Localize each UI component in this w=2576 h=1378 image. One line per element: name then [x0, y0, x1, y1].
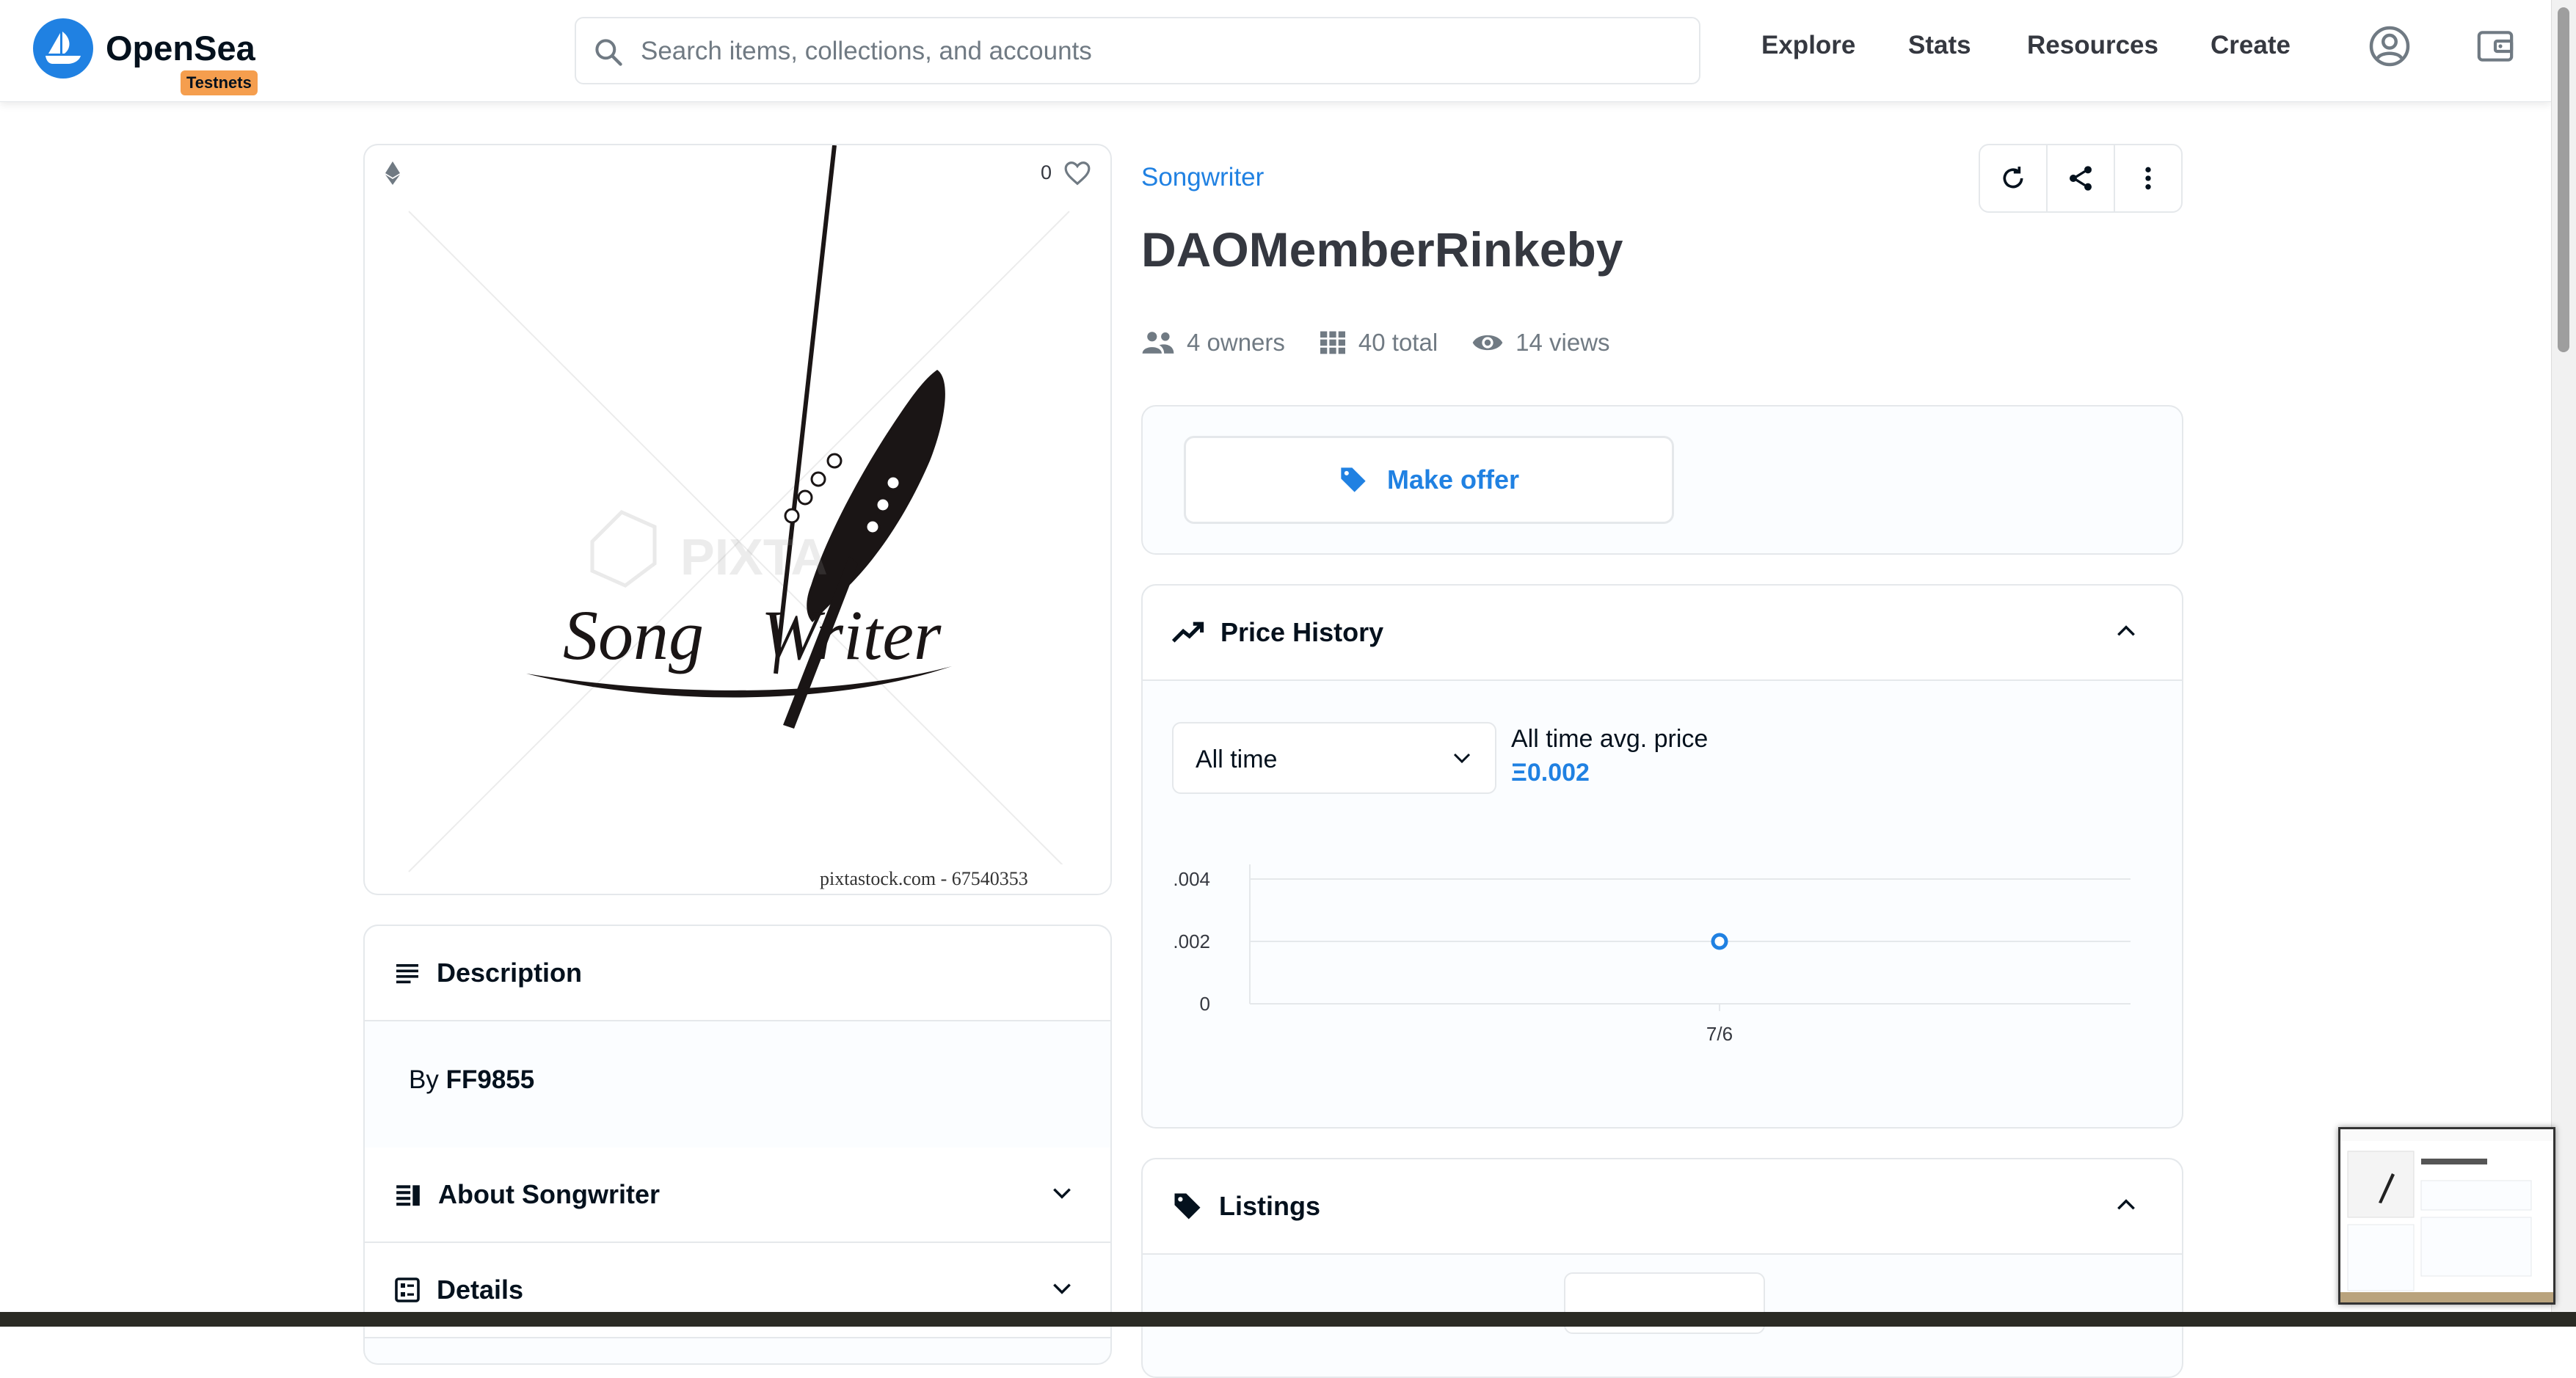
chart-y-tick-label: .002: [1173, 930, 1210, 952]
refresh-button[interactable]: [1980, 145, 2048, 211]
collection-link[interactable]: Songwriter: [1141, 163, 1264, 192]
list-detail-icon: [396, 1185, 420, 1206]
wallet-icon[interactable]: [2475, 24, 2516, 68]
chart-y-tick-label: .004: [1173, 868, 1210, 890]
trade-panel: Make offer: [1141, 405, 2183, 555]
refresh-icon: [2003, 167, 2023, 189]
share-button[interactable]: [2048, 145, 2115, 211]
details-title: Details: [437, 1275, 524, 1305]
nav-create[interactable]: Create: [2211, 31, 2291, 60]
more-options-button[interactable]: [2115, 145, 2181, 211]
testnets-badge: Testnets: [181, 70, 258, 95]
people-icon: [1142, 332, 1174, 354]
nav-stats[interactable]: Stats: [1908, 31, 1971, 60]
total-count: 40 total: [1358, 329, 1438, 356]
chart-x-tick-label: 7/6: [1706, 1023, 1733, 1045]
search-bar[interactable]: [575, 17, 1700, 84]
chevron-down-icon[interactable]: [1050, 1184, 1074, 1202]
price-history-panel: Price History All time All time avg. pri…: [1141, 584, 2183, 1129]
account-icon[interactable]: [2368, 24, 2412, 68]
by-prefix: By: [409, 1065, 439, 1094]
price-history-chart[interactable]: .004 .002 0 7/6: [1143, 850, 2182, 1062]
tag-icon: [1341, 467, 1366, 492]
asset-image-panel: 0 PIXTA Song Writer pixtastock.com - 675…: [363, 144, 1112, 895]
about-collection-header[interactable]: About Songwriter: [365, 1148, 1110, 1243]
top-navbar: OpenSea Testnets Explore Stats Resources…: [0, 0, 2551, 102]
description-title: Description: [437, 958, 583, 988]
share-icon: [2070, 166, 2092, 191]
item-stats: 4 owners 40 total 14 views: [1141, 329, 1644, 357]
nav-resources[interactable]: Resources: [2027, 31, 2158, 60]
asset-actions: [1979, 144, 2183, 213]
time-range-select[interactable]: All time: [1172, 722, 1496, 794]
image-caption: pixtastock.com - 67540353: [805, 864, 1110, 894]
avg-price-value: Ξ0.002: [1511, 759, 1590, 787]
views-stat: 14 views: [1471, 329, 1610, 357]
chevron-up-icon[interactable]: [2114, 1196, 2138, 1214]
chevron-down-icon[interactable]: [1050, 1280, 1074, 1297]
listings-header[interactable]: Listings: [1143, 1159, 2182, 1255]
listings-panel: Listings: [1141, 1158, 2183, 1378]
description-body: By FF9855: [365, 1021, 1110, 1146]
about-collection-title: About Songwriter: [438, 1179, 660, 1209]
svg-text:Writer: Writer: [761, 596, 942, 674]
item-title: DAOMemberRinkeby: [1141, 222, 1623, 277]
creator-line: By FF9855: [409, 1065, 534, 1095]
scrollbar-thumb[interactable]: [2558, 7, 2569, 352]
owners-stat[interactable]: 4 owners: [1141, 329, 1285, 357]
chevron-up-icon[interactable]: [2114, 622, 2138, 640]
make-offer-label: Make offer: [1386, 464, 1520, 495]
eye-icon: [1472, 335, 1503, 351]
time-range-value: All time: [1196, 745, 1278, 773]
grid-icon: [1320, 331, 1345, 354]
nav-explore[interactable]: Explore: [1761, 31, 1855, 60]
views-count: 14 views: [1516, 329, 1610, 356]
price-history-header[interactable]: Price History: [1143, 586, 2182, 681]
search-input[interactable]: [639, 32, 1670, 71]
opensea-logo-icon[interactable]: [33, 18, 93, 79]
price-history-title: Price History: [1220, 617, 1384, 647]
more-vertical-icon: [2145, 167, 2151, 190]
description-header[interactable]: Description: [365, 926, 1110, 1021]
chevron-down-icon: [1453, 753, 1471, 764]
screenshot-thumbnail[interactable]: [2338, 1127, 2555, 1305]
asset-artwork[interactable]: PIXTA Song Writer: [365, 145, 1110, 894]
listings-title: Listings: [1219, 1191, 1321, 1221]
chart-y-tick-label: 0: [1200, 993, 1210, 1015]
desktop-edge: [0, 1312, 2576, 1327]
search-icon: [595, 39, 622, 66]
details-icon: [395, 1277, 420, 1302]
text-lines-icon: [396, 964, 418, 984]
description-panel: Description By FF9855 About Songwriter D…: [363, 925, 1112, 1365]
trending-icon: [1172, 621, 1204, 643]
total-stat: 40 total: [1319, 329, 1438, 357]
logo-text[interactable]: OpenSea: [106, 28, 255, 68]
creator-link[interactable]: FF9855: [446, 1065, 535, 1094]
avg-price-label: All time avg. price: [1511, 725, 1709, 753]
chart-data-point[interactable]: [1711, 933, 1728, 950]
owners-count: 4 owners: [1187, 329, 1285, 356]
tag-icon: [1174, 1193, 1201, 1220]
svg-text:Song: Song: [563, 596, 704, 674]
svg-text:PIXTA: PIXTA: [680, 528, 828, 586]
make-offer-button[interactable]: Make offer: [1184, 436, 1674, 524]
